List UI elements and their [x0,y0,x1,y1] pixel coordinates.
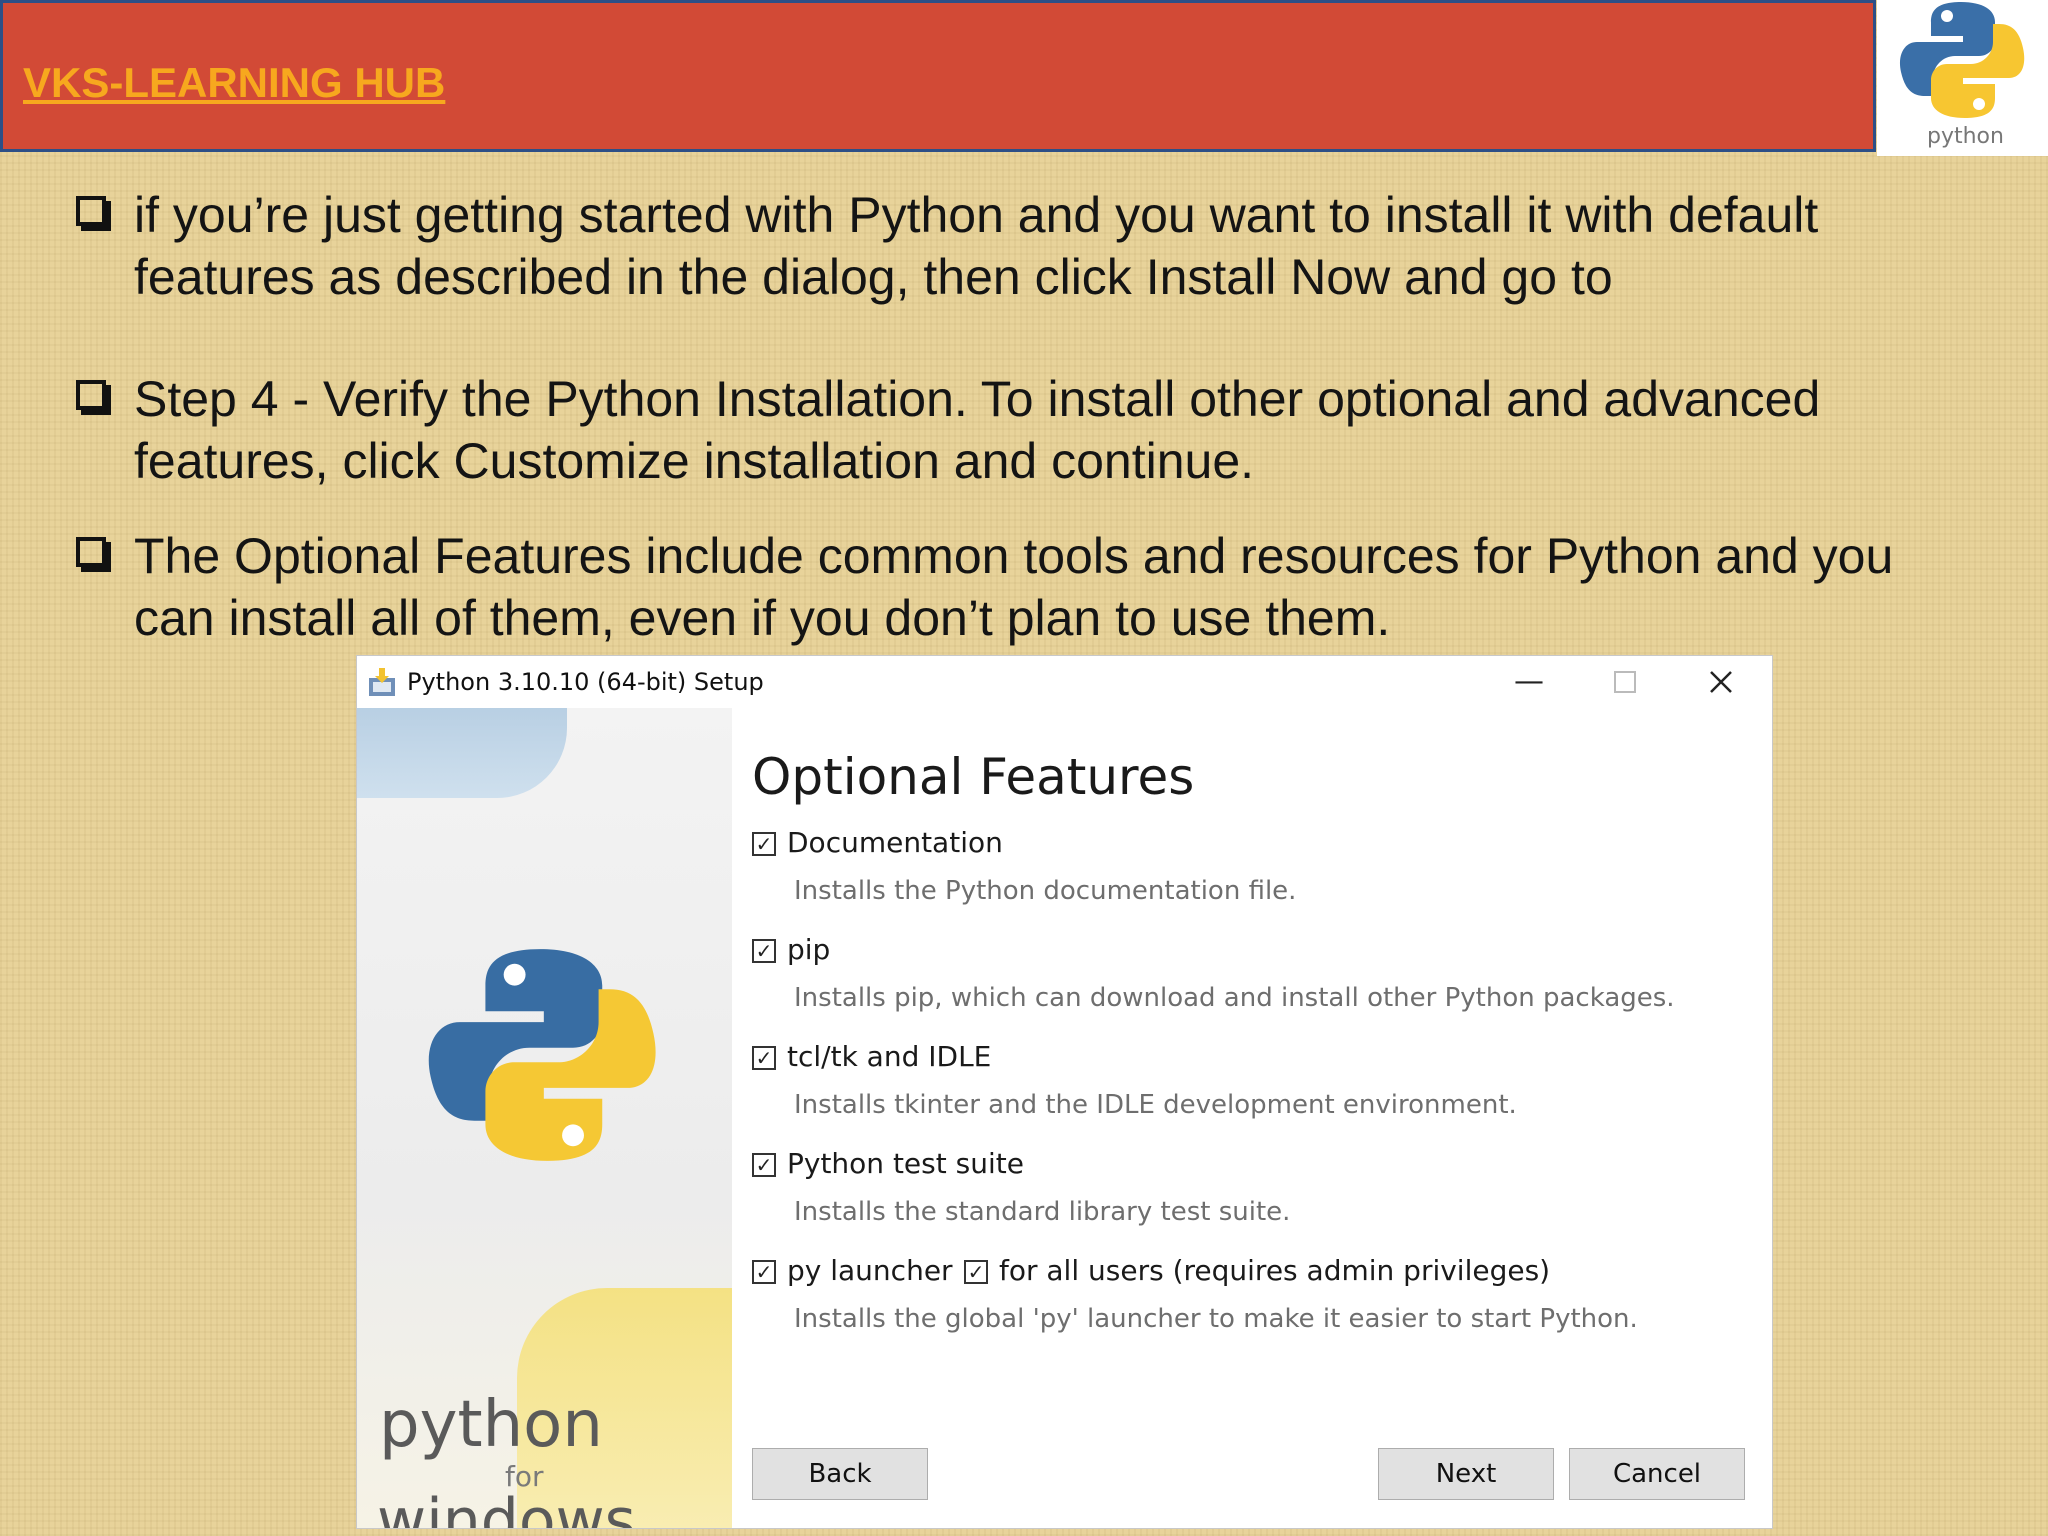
cancel-button[interactable]: Cancel [1569,1448,1745,1500]
documentation-label: Documentation [787,826,1003,859]
bullet-item: if you’re just getting started with Pyth… [76,184,1954,308]
pip-label: pip [787,933,831,966]
dialog-titlebar: Python 3.10.10 (64-bit) Setup — [357,656,1772,708]
bullet-text: if you’re just getting started with Pyth… [134,187,1819,305]
setup-dialog: Python 3.10.10 (64-bit) Setup — python f… [357,656,1772,1528]
bullet-item: The Optional Features include common too… [76,525,1954,649]
decorative-shape [357,708,567,798]
dialog-title: Python 3.10.10 (64-bit) Setup [407,668,764,696]
all-users-label: for all users (requires admin privileges… [999,1254,1551,1287]
dialog-content: Optional Features ✓ Documentation Instal… [732,708,1772,1528]
windows-wordmark: windows [377,1486,636,1528]
tcltk-desc: Installs tkinter and the IDLE developmen… [794,1090,1517,1120]
python-logo: python [1877,0,2048,156]
side-banner: python for windows [357,708,732,1528]
python-wordmark: python [379,1388,603,1462]
test-suite-desc: Installs the standard library test suite… [794,1197,1291,1227]
next-button[interactable]: Next [1378,1448,1554,1500]
documentation-checkbox[interactable]: ✓ [752,832,776,856]
tcltk-label: tcl/tk and IDLE [787,1040,992,1073]
py-launcher-label: py launcher [787,1254,953,1287]
tcltk-checkbox[interactable]: ✓ [752,1046,776,1070]
all-users-checkbox[interactable]: ✓ [964,1260,988,1284]
back-button[interactable]: Back [752,1448,928,1500]
close-icon[interactable] [1691,660,1751,704]
header-bar: VKS-LEARNING HUB [0,0,1876,152]
bullet-text: Step 4 - Verify the Python Installation.… [134,371,1821,489]
test-suite-checkbox[interactable]: ✓ [752,1153,776,1177]
square-bullet-icon [76,537,106,567]
pip-checkbox[interactable]: ✓ [752,939,776,963]
bullet-text: The Optional Features include common too… [134,528,1894,646]
documentation-desc: Installs the Python documentation file. [794,876,1297,906]
square-bullet-icon [76,196,106,226]
brand-title[interactable]: VKS-LEARNING HUB [23,59,445,107]
test-suite-label: Python test suite [787,1147,1024,1180]
minimize-icon[interactable]: — [1499,660,1559,704]
python-logo-icon [428,949,656,1161]
py-launcher-desc: Installs the global 'py' launcher to mak… [794,1304,1638,1334]
square-bullet-icon [76,380,106,410]
pip-desc: Installs pip, which can download and ins… [794,983,1675,1013]
page-heading: Optional Features [752,748,1195,806]
maximize-icon[interactable] [1595,660,1655,704]
python-logo-icon [1899,2,2025,118]
logo-wordmark: python [1927,124,2004,149]
bullet-item: Step 4 - Verify the Python Installation.… [76,368,1954,492]
py-launcher-checkbox[interactable]: ✓ [752,1260,776,1284]
installer-icon [365,666,399,704]
